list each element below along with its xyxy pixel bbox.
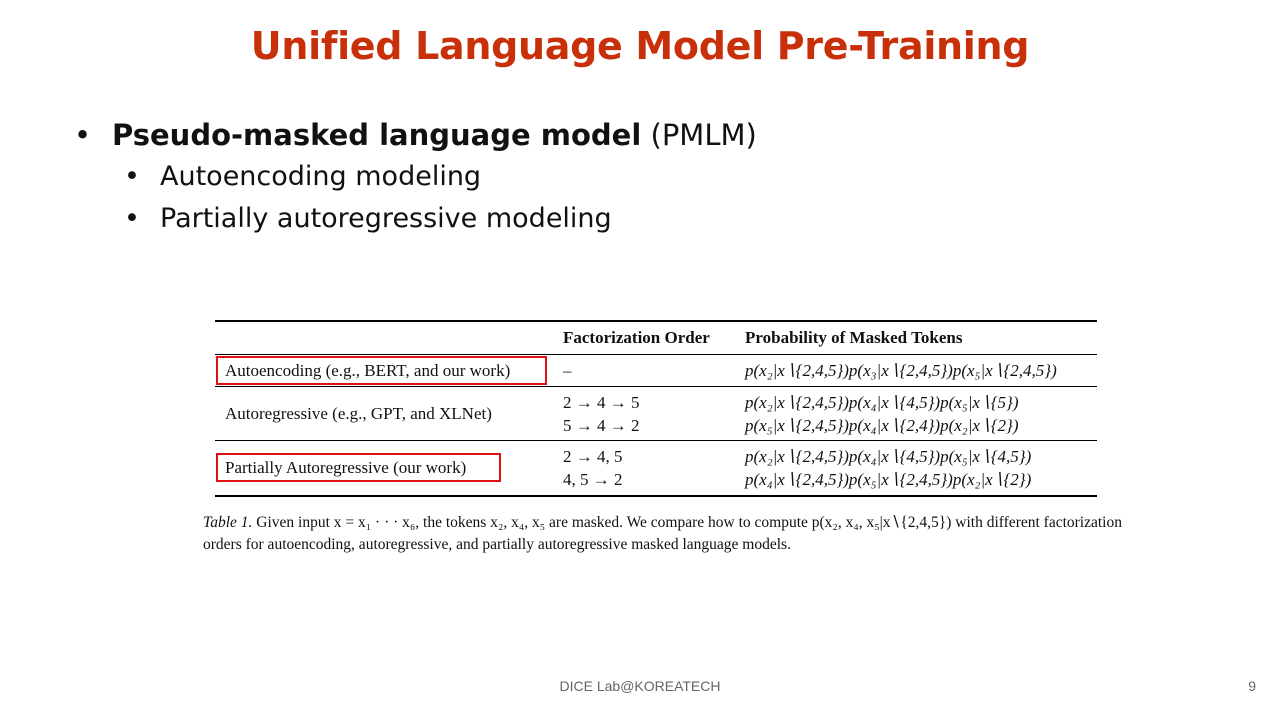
bullet-dot-icon: • — [74, 118, 92, 152]
row-name-cell: Autoregressive (e.g., GPT, and XLNet) — [215, 386, 563, 441]
bullet-dot-icon: • — [124, 203, 140, 234]
bullet-text: Pseudo-masked language model (PMLM) — [112, 114, 757, 156]
prob-text: p(x₂|x∖{2,4,5})p(x₄|x∖{4,5})p(x₅|x∖{4,5}… — [745, 447, 1032, 466]
page-number: 9 — [1248, 678, 1256, 694]
order-text: 4, 5 → 2 — [563, 470, 623, 489]
prob-cell: p(x₂|x∖{2,4,5})p(x₄|x∖{4,5})p(x₅|x∖{5}) … — [745, 386, 1097, 441]
table-header-cell: Factorization Order — [563, 320, 745, 355]
table-row: Autoregressive (e.g., GPT, and XLNet) 2 … — [215, 386, 1097, 441]
table-caption: Table 1. Given input x = x₁ · · · x₆, th… — [203, 512, 1123, 556]
order-text: – — [563, 360, 572, 380]
sub-bullet-text: Autoencoding modeling — [160, 161, 482, 192]
prob-text: p(x₂|x∖{2,4,5})p(x₄|x∖{4,5})p(x₅|x∖{5}) — [745, 392, 1019, 412]
order-text: 5 → 4 → 2 — [563, 415, 640, 435]
bullet-rest-text: (PMLM) — [650, 118, 757, 152]
prob-cell: p(x₂|x∖{2,4,5})p(x₃|x∖{2,4,5})p(x₅|x∖{2,… — [745, 354, 1097, 387]
bullet-item-pmlm: • Pseudo-masked language model (PMLM) — [74, 114, 757, 156]
order-text: 2 → 4 → 5 — [563, 392, 640, 412]
caption-text: Given input x = x₁ · · · x₆, the tokens … — [203, 514, 1122, 553]
highlight-box-partially-autoregressive — [216, 453, 501, 482]
order-cell: 2 → 4 → 5 5 → 4 → 2 — [563, 386, 745, 441]
caption-label: Table 1. — [203, 514, 253, 531]
prob-text: p(x₅|x∖{2,4,5})p(x₄|x∖{2,4})p(x₂|x∖{2}) — [745, 415, 1019, 435]
bullet-dot-icon: • — [124, 161, 140, 192]
table-header-cell: Probability of Masked Tokens — [745, 320, 1097, 355]
highlight-box-autoencoding — [216, 356, 547, 385]
sub-bullet-item: • Partially autoregressive modeling — [124, 198, 757, 240]
footer-text: DICE Lab@KOREATECH — [559, 678, 721, 694]
bullet-list: • Pseudo-masked language model (PMLM) • … — [74, 114, 757, 240]
order-text: 2 → 4, 5 — [563, 447, 623, 466]
comparison-table-wrapper: Factorization Order Probability of Maske… — [215, 320, 1097, 497]
prob-cell: p(x₂|x∖{2,4,5})p(x₄|x∖{4,5})p(x₅|x∖{4,5}… — [745, 440, 1097, 497]
table-header-cell — [215, 320, 563, 355]
prob-text: p(x₄|x∖{2,4,5})p(x₅|x∖{2,4,5})p(x₂|x∖{2}… — [745, 470, 1032, 489]
table-header-row: Factorization Order Probability of Maske… — [215, 320, 1097, 355]
prob-text: p(x₂|x∖{2,4,5})p(x₃|x∖{2,4,5})p(x₅|x∖{2,… — [745, 360, 1057, 380]
slide-title: Unified Language Model Pre-Training — [250, 24, 1030, 68]
sub-bullet-text: Partially autoregressive modeling — [160, 203, 612, 234]
order-cell: – — [563, 354, 745, 387]
order-cell: 2 → 4, 5 4, 5 → 2 — [563, 440, 745, 497]
sub-bullet-item: • Autoencoding modeling — [124, 156, 757, 198]
bullet-bold-text: Pseudo-masked language model — [112, 118, 642, 152]
